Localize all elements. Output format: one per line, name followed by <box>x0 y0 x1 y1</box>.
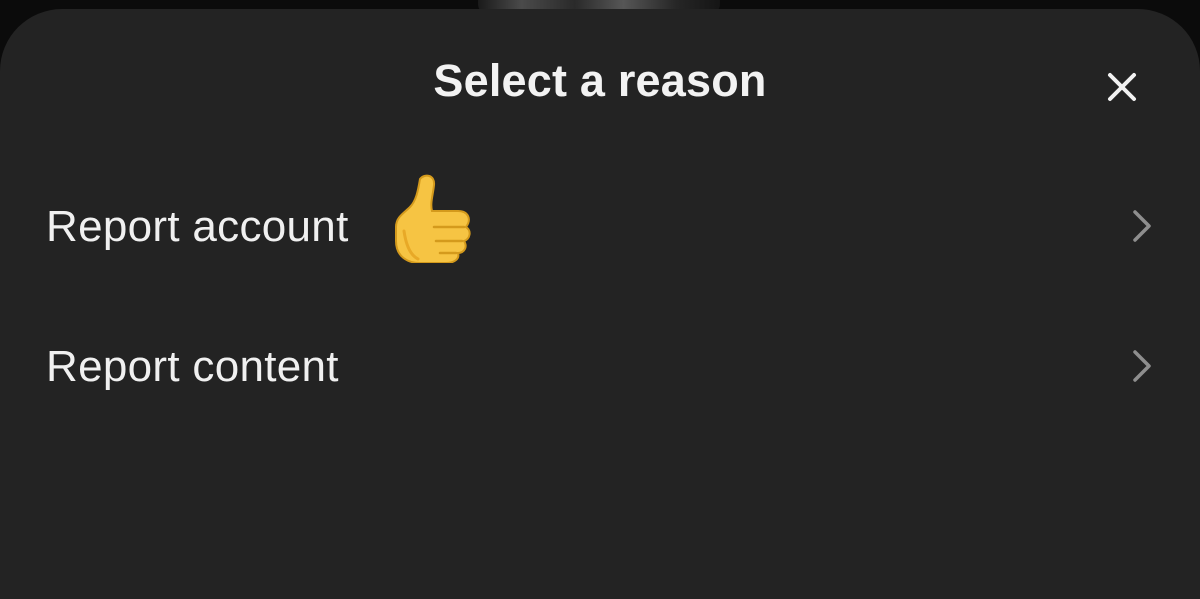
report-account-option[interactable]: Report account <box>0 157 1200 287</box>
chevron-right-icon <box>1133 350 1151 382</box>
report-content-option[interactable]: Report content <box>0 297 1200 427</box>
sheet-title: Select a reason <box>433 55 767 106</box>
report-bottom-sheet: Select a reason Report account Report co… <box>0 9 1200 599</box>
report-account-label: Report account <box>46 202 349 251</box>
close-button[interactable] <box>1096 61 1148 113</box>
report-content-label: Report content <box>46 342 339 391</box>
close-icon <box>1108 73 1136 101</box>
thumbs-up-emoji-icon <box>395 174 471 263</box>
chevron-right-icon <box>1133 210 1151 242</box>
sheet-header: Select a reason <box>0 9 1200 154</box>
